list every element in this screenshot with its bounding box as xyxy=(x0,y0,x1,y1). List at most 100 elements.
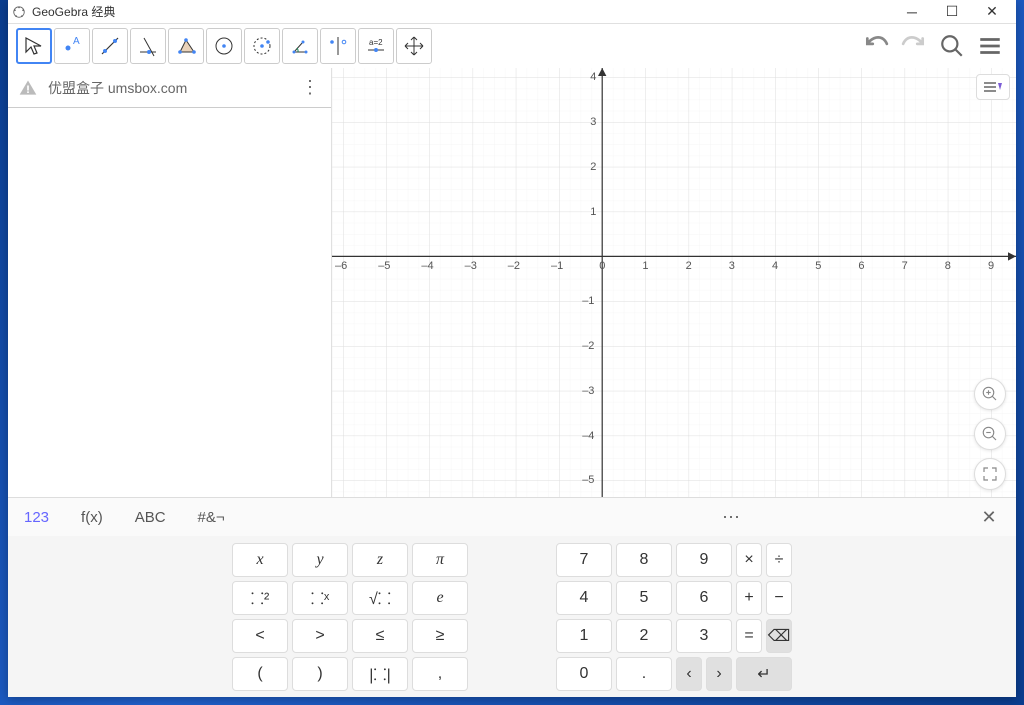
circle-tool[interactable] xyxy=(206,28,242,64)
angle-tool[interactable] xyxy=(282,28,318,64)
svg-text:a=2: a=2 xyxy=(369,38,383,47)
virtual-keyboard: 123 f(x) ABC #&¬ ⋯ ✕ x y z π 7 8 9 ×÷ ⸬² xyxy=(8,497,1016,697)
perpendicular-tool[interactable] xyxy=(130,28,166,64)
key-square[interactable]: ⸬² xyxy=(232,581,288,615)
minimize-button[interactable]: ─ xyxy=(892,0,932,24)
key-power[interactable]: ⸬ˣ xyxy=(292,581,348,615)
kbd-tab-fx[interactable]: f(x) xyxy=(77,503,107,532)
input-text: 优盟盒子 umsbox.com xyxy=(48,78,291,98)
x-tick-label: –3 xyxy=(465,260,477,272)
x-tick-label: –4 xyxy=(421,260,433,272)
x-tick-label: 0 xyxy=(599,260,605,272)
menu-button[interactable] xyxy=(972,28,1008,64)
key-lt[interactable]: < xyxy=(232,619,288,653)
key-right[interactable]: › xyxy=(706,657,732,691)
kbd-tab-123[interactable]: 123 xyxy=(20,503,53,532)
key-multiply[interactable]: × xyxy=(736,543,762,577)
input-row[interactable]: 优盟盒子 umsbox.com ⋮ xyxy=(8,68,331,108)
key-pi[interactable]: π xyxy=(412,543,468,577)
y-tick-label: –5 xyxy=(582,474,594,486)
key-3[interactable]: 3 xyxy=(676,619,732,653)
undo-button[interactable] xyxy=(858,28,894,64)
maximize-button[interactable]: ☐ xyxy=(932,0,972,24)
key-2[interactable]: 2 xyxy=(616,619,672,653)
y-tick-label: –4 xyxy=(582,430,594,442)
key-gt[interactable]: > xyxy=(292,619,348,653)
key-enter[interactable]: ↵ xyxy=(736,657,792,691)
algebra-view: 优盟盒子 umsbox.com ⋮ xyxy=(8,68,332,497)
ellipse-tool[interactable] xyxy=(244,28,280,64)
x-tick-label: 3 xyxy=(729,260,735,272)
coordinate-grid xyxy=(332,68,1016,497)
key-z[interactable]: z xyxy=(352,543,408,577)
polygon-tool[interactable] xyxy=(168,28,204,64)
zoom-out-button[interactable] xyxy=(974,418,1006,450)
key-le[interactable]: ≤ xyxy=(352,619,408,653)
key-comma[interactable]: , xyxy=(412,657,468,691)
key-4[interactable]: 4 xyxy=(556,581,612,615)
y-tick-label: –2 xyxy=(582,340,594,352)
content-area: 优盟盒子 umsbox.com ⋮ –6–5–4–3–2–10123456789… xyxy=(8,68,1016,497)
point-tool[interactable]: A xyxy=(54,28,90,64)
key-plus[interactable]: + xyxy=(736,581,762,615)
key-minus[interactable]: − xyxy=(766,581,792,615)
key-1[interactable]: 1 xyxy=(556,619,612,653)
key-0[interactable]: 0 xyxy=(556,657,612,691)
reflect-tool[interactable] xyxy=(320,28,356,64)
x-tick-label: –2 xyxy=(508,260,520,272)
key-divide[interactable]: ÷ xyxy=(766,543,792,577)
svg-text:A: A xyxy=(73,36,80,47)
kbd-more-icon[interactable]: ⋯ xyxy=(716,507,746,528)
main-toolbar: A a=2 xyxy=(8,24,1016,68)
key-y[interactable]: y xyxy=(292,543,348,577)
key-e[interactable]: e xyxy=(412,581,468,615)
zoom-in-button[interactable] xyxy=(974,378,1006,410)
key-x[interactable]: x xyxy=(232,543,288,577)
y-tick-label: 1 xyxy=(590,206,596,218)
key-sqrt[interactable]: √⸬ xyxy=(352,581,408,615)
key-6[interactable]: 6 xyxy=(676,581,732,615)
kbd-tab-abc[interactable]: ABC xyxy=(131,503,170,532)
key-backspace[interactable]: ⌫ xyxy=(766,619,792,653)
key-abs[interactable]: |⸬| xyxy=(352,657,408,691)
y-tick-label: 2 xyxy=(590,161,596,173)
input-menu-icon[interactable]: ⋮ xyxy=(301,77,321,98)
key-ge[interactable]: ≥ xyxy=(412,619,468,653)
search-button[interactable] xyxy=(934,28,970,64)
key-lparen[interactable]: ( xyxy=(232,657,288,691)
keyboard-keys: x y z π 7 8 9 ×÷ ⸬² ⸬ˣ √⸬ e 4 5 6 +− xyxy=(8,536,1016,697)
x-tick-label: 1 xyxy=(642,260,648,272)
x-tick-label: 4 xyxy=(772,260,778,272)
y-tick-label: –1 xyxy=(582,295,594,307)
kbd-tab-symbols[interactable]: #&¬ xyxy=(194,503,229,532)
x-tick-label: –6 xyxy=(335,260,347,272)
x-tick-label: 7 xyxy=(902,260,908,272)
key-8[interactable]: 8 xyxy=(616,543,672,577)
key-5[interactable]: 5 xyxy=(616,581,672,615)
key-left[interactable]: ‹ xyxy=(676,657,702,691)
move-tool[interactable] xyxy=(16,28,52,64)
slider-tool[interactable]: a=2 xyxy=(358,28,394,64)
redo-button[interactable] xyxy=(896,28,932,64)
graphics-view[interactable]: –6–5–4–3–2–101234567894321–1–2–3–4–5 xyxy=(332,68,1016,497)
style-bar-toggle[interactable] xyxy=(976,74,1010,100)
app-window: GeoGebra 经典 ─ ☐ ✕ A a=2 优盟盒子 umsbox.com … xyxy=(8,0,1016,697)
key-7[interactable]: 7 xyxy=(556,543,612,577)
fullscreen-button[interactable] xyxy=(974,458,1006,490)
kbd-close-button[interactable]: ✕ xyxy=(974,507,1004,528)
x-tick-label: 5 xyxy=(815,260,821,272)
move-view-tool[interactable] xyxy=(396,28,432,64)
x-tick-label: –1 xyxy=(551,260,563,272)
line-tool[interactable] xyxy=(92,28,128,64)
x-tick-label: 8 xyxy=(945,260,951,272)
close-button[interactable]: ✕ xyxy=(972,0,1012,24)
key-dot[interactable]: . xyxy=(616,657,672,691)
x-tick-label: 2 xyxy=(686,260,692,272)
key-equals[interactable]: = xyxy=(736,619,762,653)
keyboard-tabs: 123 f(x) ABC #&¬ ⋯ ✕ xyxy=(8,498,1016,536)
key-9[interactable]: 9 xyxy=(676,543,732,577)
x-tick-label: –5 xyxy=(378,260,390,272)
x-tick-label: 9 xyxy=(988,260,994,272)
key-rparen[interactable]: ) xyxy=(292,657,348,691)
title-bar: GeoGebra 经典 ─ ☐ ✕ xyxy=(8,0,1016,24)
